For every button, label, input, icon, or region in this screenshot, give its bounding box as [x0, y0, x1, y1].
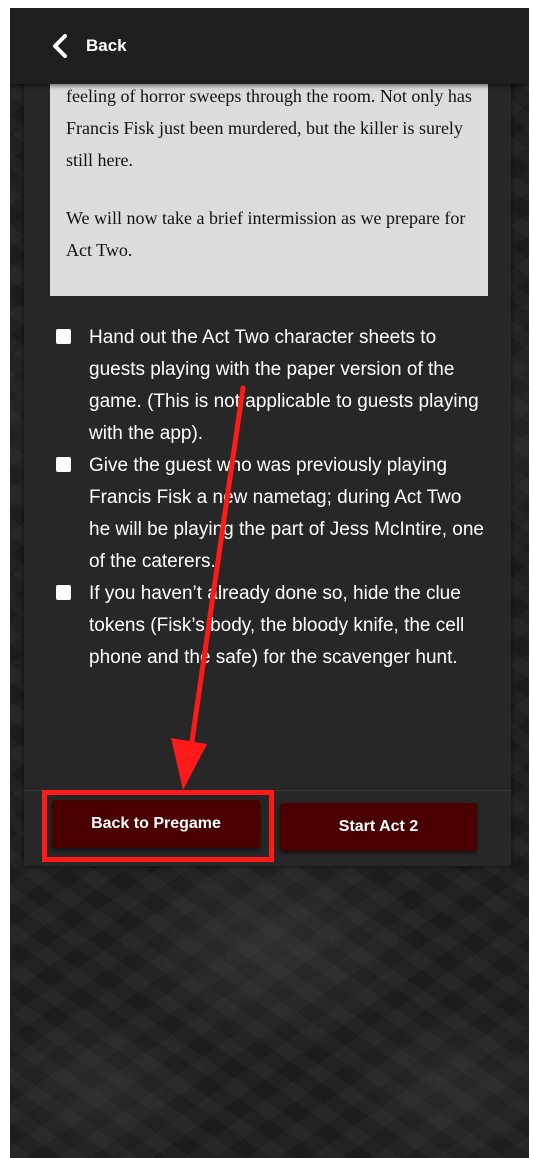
content-panel: feeling of horror sweeps through the roo…	[24, 76, 511, 866]
back-to-pregame-button[interactable]: Back to Pregame	[52, 800, 260, 848]
task-item: If you haven’t already done so, hide the…	[56, 578, 486, 674]
task-checklist: Hand out the Act Two character sheets to…	[56, 322, 486, 674]
back-label: Back	[86, 36, 127, 55]
back-button[interactable]: Back	[50, 33, 127, 59]
story-paragraph: feeling of horror sweeps through the roo…	[66, 86, 472, 170]
top-bar: Back	[10, 8, 529, 84]
story-paragraph: We will now take a brief intermission as…	[66, 208, 466, 260]
chevron-left-icon	[53, 34, 67, 58]
task-text: If you haven’t already done so, hide the…	[89, 583, 465, 668]
task-item: Give the guest who was previously playin…	[56, 450, 486, 578]
divider	[24, 790, 511, 791]
task-text: Hand out the Act Two character sheets to…	[89, 327, 479, 444]
start-act2-button[interactable]: Start Act 2	[280, 803, 477, 851]
task-text: Give the guest who was previously playin…	[89, 455, 484, 572]
task-item: Hand out the Act Two character sheets to…	[56, 322, 486, 450]
task-checkbox[interactable]	[56, 457, 71, 472]
task-checkbox[interactable]	[56, 585, 71, 600]
task-checkbox[interactable]	[56, 329, 71, 344]
story-text-box: feeling of horror sweeps through the roo…	[50, 76, 488, 296]
